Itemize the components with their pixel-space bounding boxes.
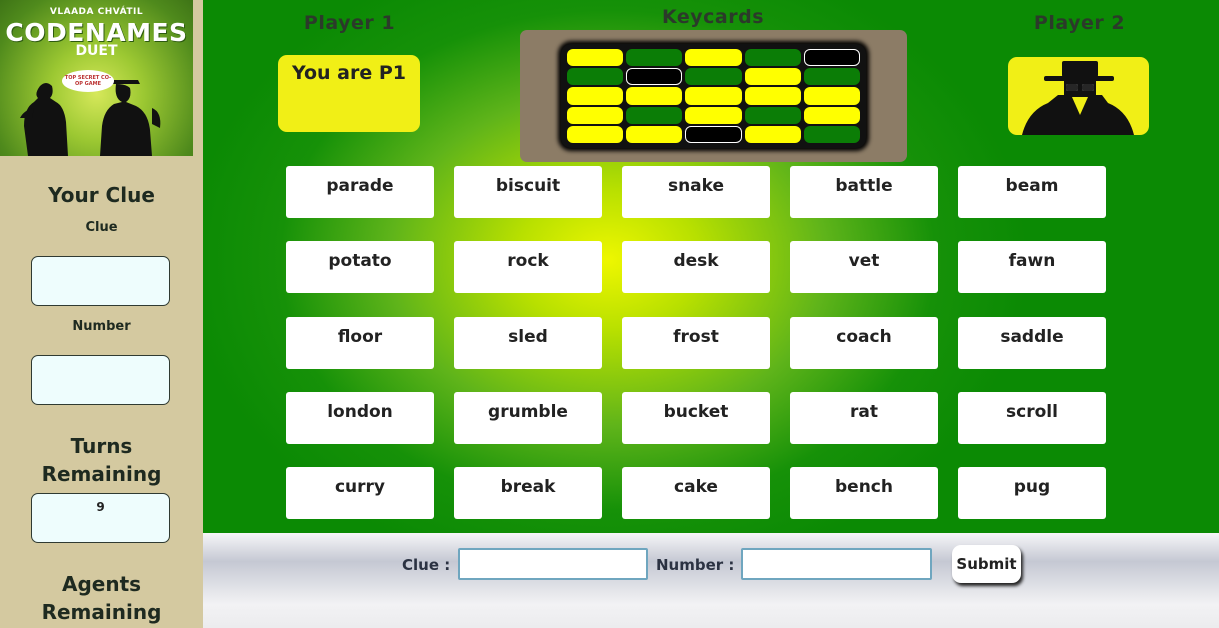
word-card[interactable]: vet — [790, 241, 938, 293]
clue-entry-bar: Clue : Number : Submit — [203, 533, 1219, 628]
word-card[interactable]: cake — [622, 467, 770, 519]
clue-label: Clue — [85, 220, 118, 235]
keycard-cell — [626, 106, 683, 124]
keycard-cell — [685, 68, 742, 86]
spy-avatar-icon — [1022, 61, 1134, 135]
clue-input[interactable] — [458, 548, 648, 580]
keycard-cell — [744, 49, 801, 67]
keycard-cell — [567, 49, 624, 67]
keycard-cell — [803, 87, 860, 105]
agents-heading-line2: Remaining — [41, 600, 162, 624]
word-card[interactable]: frost — [622, 317, 770, 369]
keycard-grid — [561, 44, 866, 148]
word-card[interactable]: london — [286, 392, 434, 444]
keycard-cell — [744, 87, 801, 105]
sidebar: VLAADA CHVÁTIL CODENAMES DUET TOP SECRET… — [0, 0, 203, 628]
keycard-frame — [520, 30, 907, 162]
turns-heading-line2: Remaining — [41, 462, 162, 486]
word-card[interactable]: potato — [286, 241, 434, 293]
word-card[interactable]: curry — [286, 467, 434, 519]
keycard-cell — [626, 125, 683, 143]
word-card[interactable]: saddle — [958, 317, 1106, 369]
keycard-cell — [626, 87, 683, 105]
keycard-cell — [626, 68, 683, 86]
player1-card: You are P1 — [278, 55, 420, 132]
word-card[interactable]: bench — [790, 467, 938, 519]
player2-card — [1008, 57, 1149, 135]
keycard-cell — [744, 68, 801, 86]
word-card[interactable]: floor — [286, 317, 434, 369]
keycard-cell — [803, 125, 860, 143]
sidebar-clue-field[interactable] — [31, 256, 170, 306]
word-card[interactable]: rock — [454, 241, 602, 293]
keycard-cell — [803, 106, 860, 124]
logo-speech-bubble: TOP SECRET CO-OP GAME — [62, 70, 114, 92]
keycard-cell — [685, 125, 742, 143]
keycard-cell — [803, 49, 860, 67]
word-card[interactable]: coach — [790, 317, 938, 369]
game-board: Player 1 You are P1 Keycards Player 2 pa… — [203, 0, 1219, 533]
bottom-number-label: Number : — [656, 556, 735, 574]
word-card[interactable]: beam — [958, 166, 1106, 218]
turns-remaining-heading: Turns Remaining — [0, 432, 203, 488]
keycard-cell — [744, 125, 801, 143]
keycard-cell — [567, 106, 624, 124]
submit-button[interactable]: Submit — [952, 545, 1021, 583]
word-card[interactable]: break — [454, 467, 602, 519]
agents-remaining-heading: Agents Remaining — [0, 570, 203, 626]
keycard-cell — [803, 68, 860, 86]
logo-author: VLAADA CHVÁTIL — [49, 7, 144, 17]
turns-remaining-value: 9 — [31, 493, 170, 543]
keycard-cell — [626, 49, 683, 67]
word-card[interactable]: snake — [622, 166, 770, 218]
keycards-title: Keycards — [661, 6, 765, 28]
word-card[interactable]: rat — [790, 392, 938, 444]
keycard-cell — [744, 106, 801, 124]
agents-heading-line1: Agents — [61, 572, 142, 596]
player1-title: Player 1 — [303, 12, 396, 34]
keycard-cell — [685, 106, 742, 124]
word-card[interactable]: fawn — [958, 241, 1106, 293]
keycard-cell — [685, 49, 742, 67]
word-card[interactable]: battle — [790, 166, 938, 218]
sidebar-number-field[interactable] — [31, 355, 170, 405]
keycard-cell — [685, 87, 742, 105]
word-card[interactable]: pug — [958, 467, 1106, 519]
keycard-cell — [567, 125, 624, 143]
number-input[interactable] — [741, 548, 932, 580]
bottom-clue-label: Clue : — [402, 556, 451, 574]
word-card[interactable]: grumble — [454, 392, 602, 444]
word-card[interactable]: biscuit — [454, 166, 602, 218]
codenames-duet-logo: VLAADA CHVÁTIL CODENAMES DUET TOP SECRET… — [0, 0, 193, 156]
turns-heading-line1: Turns — [70, 434, 133, 458]
your-clue-heading: Your Clue — [48, 183, 155, 207]
word-card[interactable]: bucket — [622, 392, 770, 444]
word-card[interactable]: scroll — [958, 392, 1106, 444]
word-card[interactable]: parade — [286, 166, 434, 218]
player2-title: Player 2 — [1033, 12, 1126, 34]
number-label: Number — [72, 319, 131, 334]
logo-subtitle: DUET — [75, 43, 118, 59]
word-card[interactable]: desk — [622, 241, 770, 293]
keycard-cell — [567, 87, 624, 105]
word-card[interactable]: sled — [454, 317, 602, 369]
keycard-cell — [567, 68, 624, 86]
